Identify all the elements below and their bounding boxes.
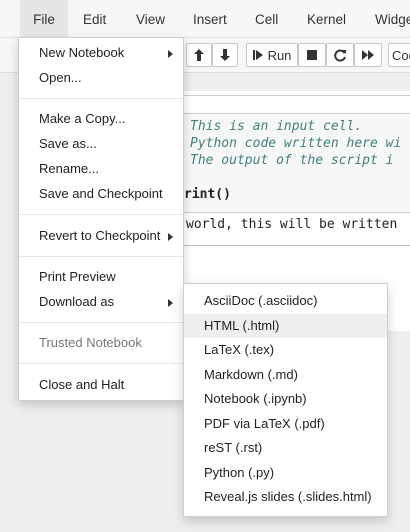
menu-divider [19, 98, 183, 99]
menu-view[interactable]: View [136, 0, 165, 38]
menu-item-label: New Notebook [39, 45, 125, 60]
menubar: File Edit View Insert Cell Kernel Widge [0, 0, 410, 38]
menu-item-label: Trusted Notebook [39, 335, 142, 350]
download-as-submenu: AsciiDoc (.asciidoc) HTML (.html) LaTeX … [183, 283, 388, 517]
menu-insert[interactable]: Insert [193, 0, 227, 38]
menu-item-label: Revert to Checkpoint [39, 228, 161, 243]
download-latex[interactable]: LaTeX (.tex) [184, 338, 387, 362]
menu-item-label: Close and Halt [39, 377, 125, 392]
menu-item-save-as[interactable]: Save as... [19, 133, 183, 155]
menu-item-label: Make a Copy... [39, 111, 126, 126]
menu-item-label: Print Preview [39, 269, 116, 284]
menu-item-make-copy[interactable]: Make a Copy... [19, 108, 183, 130]
refresh-icon [333, 49, 346, 61]
cell-divider [160, 95, 410, 96]
menu-item-revert-checkpoint[interactable]: Revert to Checkpoint [19, 225, 183, 247]
caret-right-icon [168, 50, 173, 58]
stop-icon [307, 50, 317, 60]
run-label: Run [267, 47, 292, 63]
cell-output-text: world, this will be written [186, 217, 398, 232]
arrow-down-icon [220, 49, 230, 61]
menu-edit[interactable]: Edit [83, 0, 106, 38]
menu-file[interactable]: File [20, 0, 68, 38]
download-markdown[interactable]: Markdown (.md) [184, 363, 387, 387]
menu-item-download-as[interactable]: Download as [19, 291, 183, 313]
arrow-up-icon [194, 49, 204, 61]
download-pdf[interactable]: PDF via LaTeX (.pdf) [184, 412, 387, 436]
cell-type-select[interactable]: Cod [388, 43, 410, 67]
code-comment-line-2: Python code written here wi [190, 136, 402, 151]
code-call-line: rint() [184, 187, 231, 202]
menu-item-label: Save and Checkpoint [39, 186, 163, 201]
menu-item-save-checkpoint[interactable]: Save and Checkpoint [19, 183, 183, 205]
menu-widgets[interactable]: Widge [375, 0, 410, 38]
file-menu-dropdown: New Notebook Open... Make a Copy... Save… [18, 37, 184, 401]
menu-item-open[interactable]: Open... [19, 67, 183, 89]
cell-type-value: Cod [392, 47, 410, 63]
fast-forward-icon [361, 50, 374, 60]
menu-item-rename[interactable]: Rename... [19, 158, 183, 180]
menu-item-trusted-notebook: Trusted Notebook [19, 332, 183, 354]
code-comment-line-3: The output of the script i [190, 153, 394, 168]
menu-item-new-notebook[interactable]: New Notebook [19, 42, 183, 64]
restart-run-all-button[interactable] [354, 43, 382, 67]
menu-item-label: Save as... [39, 136, 97, 151]
menu-divider [19, 256, 183, 257]
caret-right-icon [168, 299, 173, 307]
download-html[interactable]: HTML (.html) [184, 314, 387, 338]
menu-item-label: Open... [39, 70, 82, 85]
download-asciidoc[interactable]: AsciiDoc (.asciidoc) [184, 289, 387, 313]
menu-item-label: Rename... [39, 161, 99, 176]
move-up-button[interactable] [186, 43, 212, 67]
caret-right-icon [168, 233, 173, 241]
move-down-button[interactable] [212, 43, 238, 67]
step-forward-icon [252, 50, 263, 60]
menu-cell[interactable]: Cell [255, 0, 278, 38]
download-python[interactable]: Python (.py) [184, 461, 387, 485]
menu-item-label: Download as [39, 294, 115, 309]
menu-divider [19, 214, 183, 215]
menu-item-close-halt[interactable]: Close and Halt [19, 374, 183, 396]
menu-divider [19, 322, 183, 323]
menu-kernel[interactable]: Kernel [307, 0, 346, 38]
download-reveal-slides[interactable]: Reveal.js slides (.slides.html) [184, 485, 387, 509]
menu-divider [19, 363, 183, 364]
restart-button[interactable] [326, 43, 354, 67]
download-notebook[interactable]: Notebook (.ipynb) [184, 387, 387, 411]
output-divider [180, 245, 410, 246]
interrupt-button[interactable] [298, 43, 326, 67]
menu-item-print-preview[interactable]: Print Preview [19, 266, 183, 288]
run-button[interactable]: Run [246, 43, 298, 67]
download-rest[interactable]: reST (.rst) [184, 436, 387, 460]
code-comment-line-1: This is an input cell. [190, 119, 363, 134]
